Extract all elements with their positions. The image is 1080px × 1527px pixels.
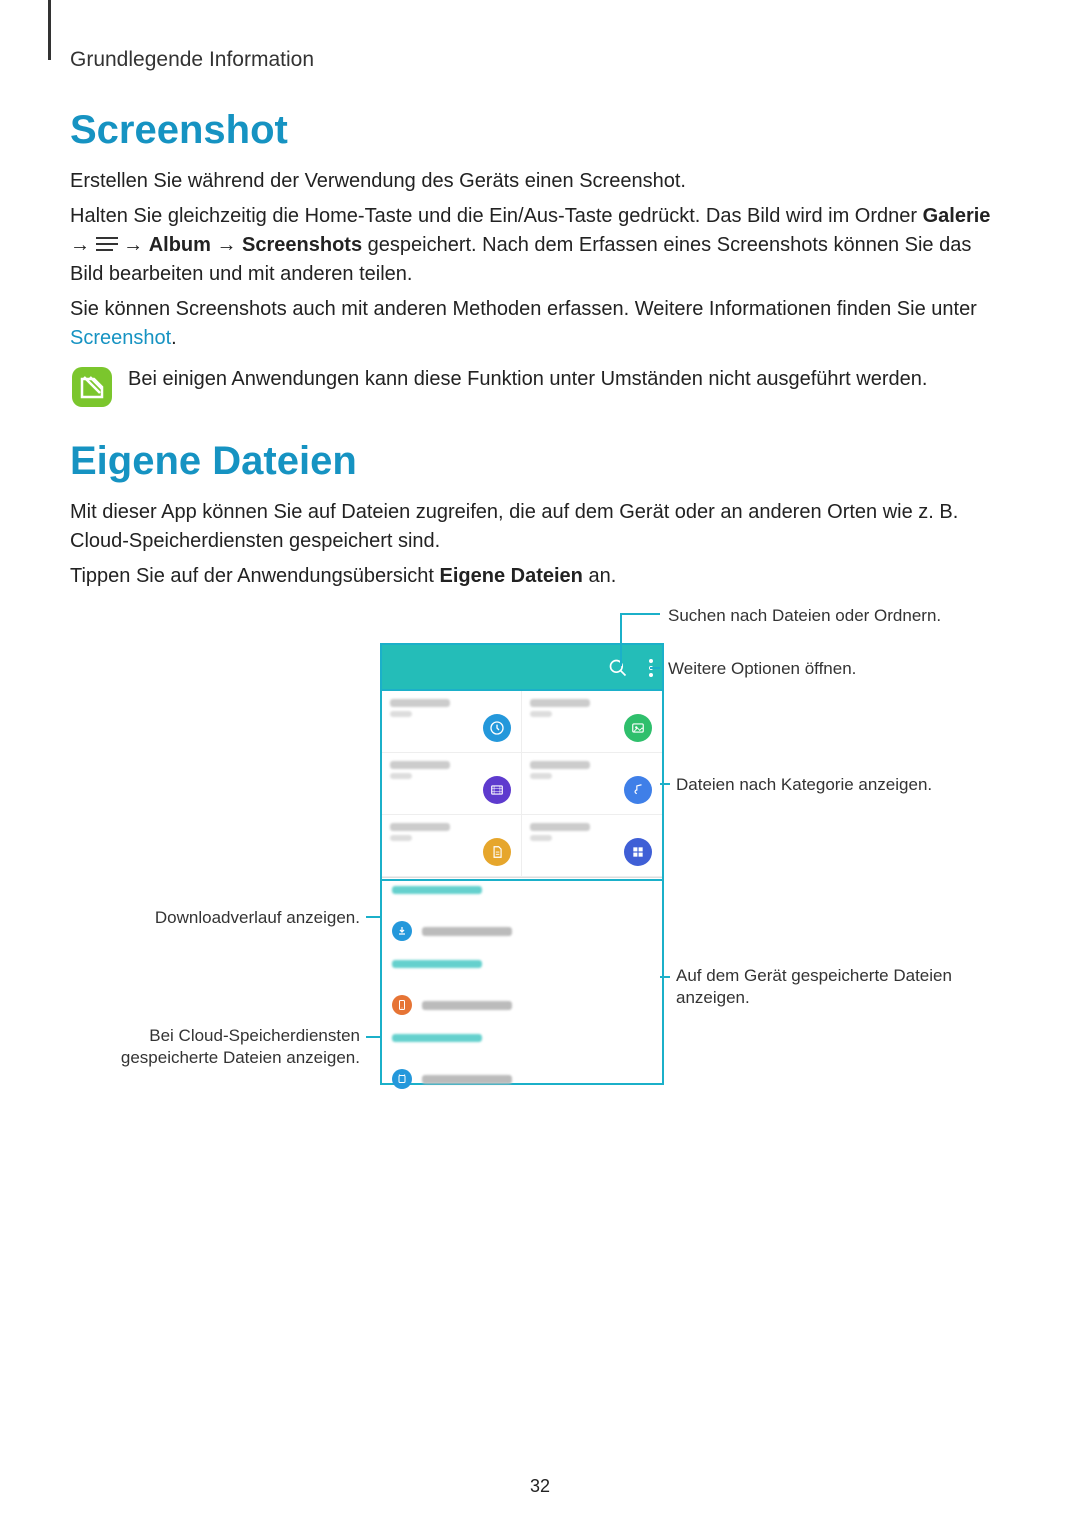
heading-screenshot: Screenshot bbox=[70, 108, 1010, 153]
bold-eigene-dateien: Eigene Dateien bbox=[440, 565, 583, 587]
text-fragment: an. bbox=[583, 565, 616, 587]
callout-search: Suchen nach Dateien oder Ordnern. bbox=[668, 605, 941, 627]
page-number: 32 bbox=[0, 1476, 1080, 1497]
cat-videos[interactable] bbox=[382, 753, 522, 815]
text-screenshot-path: Halten Sie gleichzeitig die Home-Taste u… bbox=[70, 202, 1010, 289]
cat-recent[interactable] bbox=[382, 691, 522, 753]
downloaded-icon bbox=[624, 838, 652, 866]
text-fragment: Sie können Screenshots auch mit anderen … bbox=[70, 298, 977, 320]
search-icon[interactable] bbox=[608, 658, 628, 678]
callout-more: Weitere Optionen öffnen. bbox=[668, 658, 856, 680]
bold-album: Album bbox=[149, 234, 211, 256]
cat-downloaded[interactable] bbox=[522, 815, 662, 877]
heading-eigene-dateien: Eigene Dateien bbox=[70, 439, 1010, 484]
recent-icon bbox=[483, 714, 511, 742]
text-fragment: Halten Sie gleichzeitig die Home-Taste u… bbox=[70, 205, 923, 227]
text-files-open: Tippen Sie auf der Anwendungsübersicht E… bbox=[70, 562, 1010, 591]
text-fragment: . bbox=[171, 327, 177, 349]
note-row: Bei einigen Anwendungen kann diese Funkt… bbox=[70, 365, 1010, 409]
menu-icon bbox=[96, 237, 118, 253]
images-icon bbox=[624, 714, 652, 742]
item-download-history[interactable] bbox=[382, 910, 662, 952]
link-screenshot[interactable]: Screenshot bbox=[70, 327, 171, 349]
documents-icon bbox=[483, 838, 511, 866]
cat-images[interactable] bbox=[522, 691, 662, 753]
text-line: anzeigen. bbox=[676, 988, 750, 1007]
audio-icon bbox=[624, 776, 652, 804]
section-cloud-storage bbox=[382, 1026, 662, 1058]
videos-icon bbox=[483, 776, 511, 804]
arrow: → bbox=[70, 234, 96, 256]
note-icon bbox=[70, 365, 114, 409]
download-icon bbox=[392, 921, 412, 941]
text-files-intro: Mit dieser App können Sie auf Dateien zu… bbox=[70, 498, 1010, 556]
section-local-storage bbox=[382, 952, 662, 984]
cloud-icon bbox=[392, 1069, 412, 1089]
callout-category: Dateien nach Kategorie anzeigen. bbox=[676, 774, 932, 796]
text-screenshot-moreinfo: Sie können Screenshots auch mit anderen … bbox=[70, 295, 1010, 353]
arrow: → bbox=[118, 234, 149, 256]
text-line: gespeicherte Dateien anzeigen. bbox=[121, 1048, 360, 1067]
text-fragment: Tippen Sie auf der Anwendungsübersicht bbox=[70, 565, 440, 587]
note-text: Bei einigen Anwendungen kann diese Funkt… bbox=[128, 365, 927, 394]
device-icon bbox=[392, 995, 412, 1015]
text-screenshot-intro: Erstellen Sie während der Verwendung des… bbox=[70, 167, 1010, 196]
section-download-history bbox=[382, 878, 662, 910]
callout-downloads: Downloadverlauf anzeigen. bbox=[70, 907, 360, 929]
page-header: Grundlegende Information bbox=[70, 48, 1010, 72]
cat-audio[interactable] bbox=[522, 753, 662, 815]
cat-documents[interactable] bbox=[382, 815, 522, 877]
phone-mock bbox=[380, 643, 664, 1085]
arrow: → bbox=[211, 234, 242, 256]
category-grid bbox=[382, 691, 662, 878]
callout-cloud: Bei Cloud-Speicherdiensten gespeicherte … bbox=[70, 1025, 360, 1069]
text-line: Auf dem Gerät gespeicherte Dateien bbox=[676, 966, 952, 985]
bold-galerie: Galerie bbox=[923, 205, 991, 227]
item-cloud-storage[interactable] bbox=[382, 1058, 662, 1100]
figure-my-files: Suchen nach Dateien oder Ordnern. Weiter… bbox=[70, 621, 1010, 1101]
bold-screenshots: Screenshots bbox=[242, 234, 362, 256]
item-device-storage[interactable] bbox=[382, 984, 662, 1026]
text-line: Bei Cloud-Speicherdiensten bbox=[149, 1026, 360, 1045]
callout-device: Auf dem Gerät gespeicherte Dateien anzei… bbox=[676, 965, 952, 1009]
